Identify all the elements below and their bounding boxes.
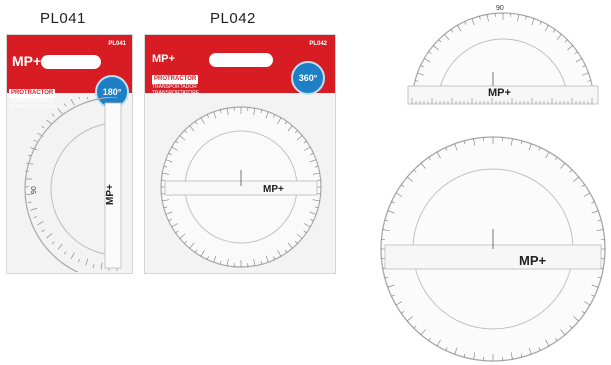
half-dial-label: 90 [31, 186, 38, 194]
brand-logo: MP+ [152, 53, 175, 65]
tick-mark [92, 264, 95, 268]
half-brand: MP+ [488, 87, 511, 99]
tick-mark [30, 207, 38, 211]
pack-title: PROTRACTOR [152, 75, 199, 84]
tick-mark [26, 162, 34, 165]
pack-pl041: MP+ PL041 PROTRACTOR TRANSPORTADOR TRANS… [6, 34, 133, 274]
tick-mark [33, 139, 37, 142]
product-code-left: PL041 [40, 10, 86, 27]
tick-mark [70, 99, 75, 106]
tick-mark [100, 262, 103, 270]
full-protractor-packed: MP+ [160, 106, 322, 268]
half-top-label: 90 [496, 5, 504, 12]
tick-mark [57, 243, 63, 250]
tick-mark [57, 108, 63, 115]
full-brand: MP+ [519, 253, 547, 268]
ruler-brand: MP+ [263, 184, 284, 195]
tick-mark [70, 252, 75, 259]
full-protractor-loose: MP+ [380, 136, 606, 362]
tick-mark [86, 97, 89, 100]
tick-mark [63, 251, 67, 255]
tick-mark [46, 119, 53, 125]
pack-code: PL042 [309, 41, 327, 47]
brand-logo: MP+ [12, 53, 42, 69]
tick-mark [46, 233, 53, 239]
tick-mark [63, 103, 67, 107]
pack-code: PL041 [108, 41, 126, 47]
tick-mark [51, 113, 55, 117]
degree-badge: 360° [291, 61, 325, 95]
half-protractor-loose: 90 MP+ [407, 5, 599, 105]
tick-mark [28, 201, 32, 204]
tick-mark [41, 125, 45, 129]
ruler-brand: MP+ [105, 184, 116, 205]
tick-mark [33, 216, 37, 219]
hanger-slot [209, 53, 273, 67]
half-protractor-vertical: 90 MP+ [24, 97, 122, 272]
pack-pl042: MP+ PL042 PROTRACTOR TRANSPORTADOR TRANS… [144, 34, 336, 274]
tick-mark [77, 259, 80, 263]
tick-mark [37, 221, 44, 226]
tick-mark [85, 258, 89, 266]
product-code-middle: PL042 [210, 10, 256, 27]
hanger-slot [41, 55, 101, 69]
tick-mark [41, 229, 45, 233]
tick-mark [51, 241, 55, 245]
tick-mark [78, 97, 80, 99]
